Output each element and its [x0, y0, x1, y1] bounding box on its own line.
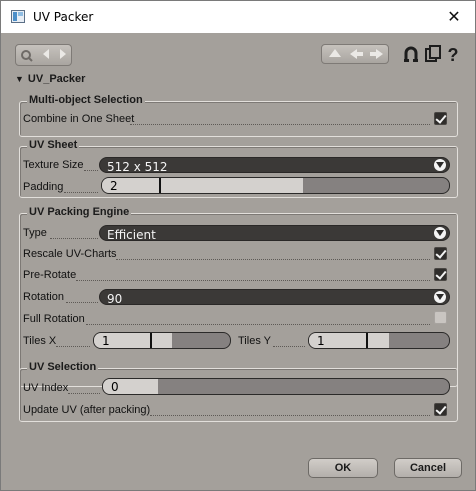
group-uv-selection: UV Selection UV Index 0 Update UV (after…	[19, 361, 458, 422]
magnet-icon[interactable]	[401, 44, 421, 66]
dotted-leader	[68, 393, 100, 394]
dotted-leader	[86, 324, 430, 325]
help-icon[interactable]: ?	[443, 44, 463, 66]
group-title: UV Selection	[27, 361, 99, 373]
full-rotation-label: Full Rotation	[23, 313, 85, 325]
group-multi-object-selection: Multi-object Selection Combine in One Sh…	[19, 94, 458, 137]
cancel-button[interactable]: Cancel	[394, 458, 462, 478]
prerotate-label: Pre-Rotate	[23, 269, 77, 281]
slider-fill	[102, 178, 304, 193]
dotted-leader	[130, 124, 430, 125]
full-rotation-checkbox[interactable]	[434, 311, 447, 324]
tiles-y-slider[interactable]: 1	[308, 332, 450, 349]
rotation-label: Rotation	[23, 291, 64, 303]
update-uv-label: Update UV (after packing)	[23, 404, 151, 416]
group-title: UV Packing Engine	[27, 206, 132, 218]
engine-type-dropdown[interactable]: Efficient	[99, 225, 450, 242]
padding-slider[interactable]: 2	[101, 177, 450, 194]
pin-icon[interactable]	[18, 46, 36, 64]
group-uv-sheet: UV Sheet Texture Size 512 x 512 Padding …	[19, 139, 458, 198]
slider-handle[interactable]	[366, 333, 368, 348]
dotted-leader	[150, 415, 430, 416]
combine-label: Combine in One Sheet	[23, 113, 135, 125]
dotted-leader	[273, 346, 305, 347]
rotation-dropdown[interactable]: 90	[99, 289, 450, 306]
texture-size-label: Texture Size	[23, 159, 84, 171]
nav-button-group	[15, 44, 72, 66]
dotted-leader	[50, 238, 98, 239]
dotted-leader	[66, 302, 98, 303]
slider-handle[interactable]	[150, 333, 152, 348]
uv-index-value: 0	[111, 380, 119, 394]
dotted-leader	[84, 170, 98, 171]
group-title: UV Sheet	[27, 139, 80, 151]
dialog-content: ? ▼ UV_Packer Multi-object Selection Comb…	[1, 33, 475, 490]
title-bar: UV Packer ✕	[1, 1, 475, 33]
rescale-label: Rescale UV-Charts	[23, 248, 117, 260]
dotted-leader	[64, 192, 98, 193]
ok-button[interactable]: OK	[308, 458, 378, 478]
chevron-down-icon	[434, 291, 446, 303]
group-title: Multi-object Selection	[27, 94, 145, 106]
move-button-group	[321, 44, 389, 64]
padding-value: 2	[110, 179, 118, 193]
uv-packer-window: UV Packer ✕ ? ▼ UV_Packer Multi-object S…	[0, 0, 476, 491]
tiles-x-value: 1	[102, 334, 110, 348]
close-button[interactable]: ✕	[443, 7, 465, 27]
copy-icon[interactable]	[423, 44, 443, 66]
arrow-right-icon[interactable]	[367, 46, 387, 64]
app-icon	[11, 10, 25, 23]
chevron-down-icon	[434, 159, 446, 171]
texture-size-dropdown[interactable]: 512 x 512	[99, 157, 450, 174]
dotted-leader	[76, 280, 430, 281]
window-title: UV Packer	[33, 10, 94, 24]
uv-index-slider[interactable]: 0	[102, 378, 450, 395]
arrow-left-icon[interactable]	[346, 46, 366, 64]
tiles-x-label: Tiles X	[23, 335, 57, 347]
rollout-title: UV_Packer	[27, 73, 86, 85]
uv-index-label: UV Index	[23, 382, 69, 394]
chevron-down-icon	[434, 227, 446, 239]
arrow-right-icon[interactable]	[54, 46, 70, 64]
slider-handle[interactable]	[159, 178, 161, 193]
arrow-up-icon[interactable]	[325, 46, 345, 64]
dotted-leader	[116, 259, 430, 260]
prerotate-checkbox[interactable]	[434, 268, 447, 281]
tiles-x-slider[interactable]: 1	[93, 332, 231, 349]
collapse-arrow-icon: ▼	[15, 74, 24, 84]
type-label: Type	[23, 227, 47, 239]
engine-type-value: Efficient	[107, 228, 156, 242]
tiles-y-value: 1	[317, 334, 325, 348]
dotted-leader	[56, 346, 90, 347]
texture-size-value: 512 x 512	[107, 160, 168, 174]
combine-checkbox[interactable]	[434, 112, 447, 125]
tiles-y-label: Tiles Y	[238, 335, 272, 347]
rescale-checkbox[interactable]	[434, 247, 447, 260]
rotation-value: 90	[107, 292, 123, 306]
padding-label: Padding	[23, 181, 64, 193]
update-uv-checkbox[interactable]	[434, 403, 447, 416]
arrow-left-icon[interactable]	[39, 46, 55, 64]
rollout-header[interactable]: ▼ UV_Packer	[15, 73, 85, 85]
